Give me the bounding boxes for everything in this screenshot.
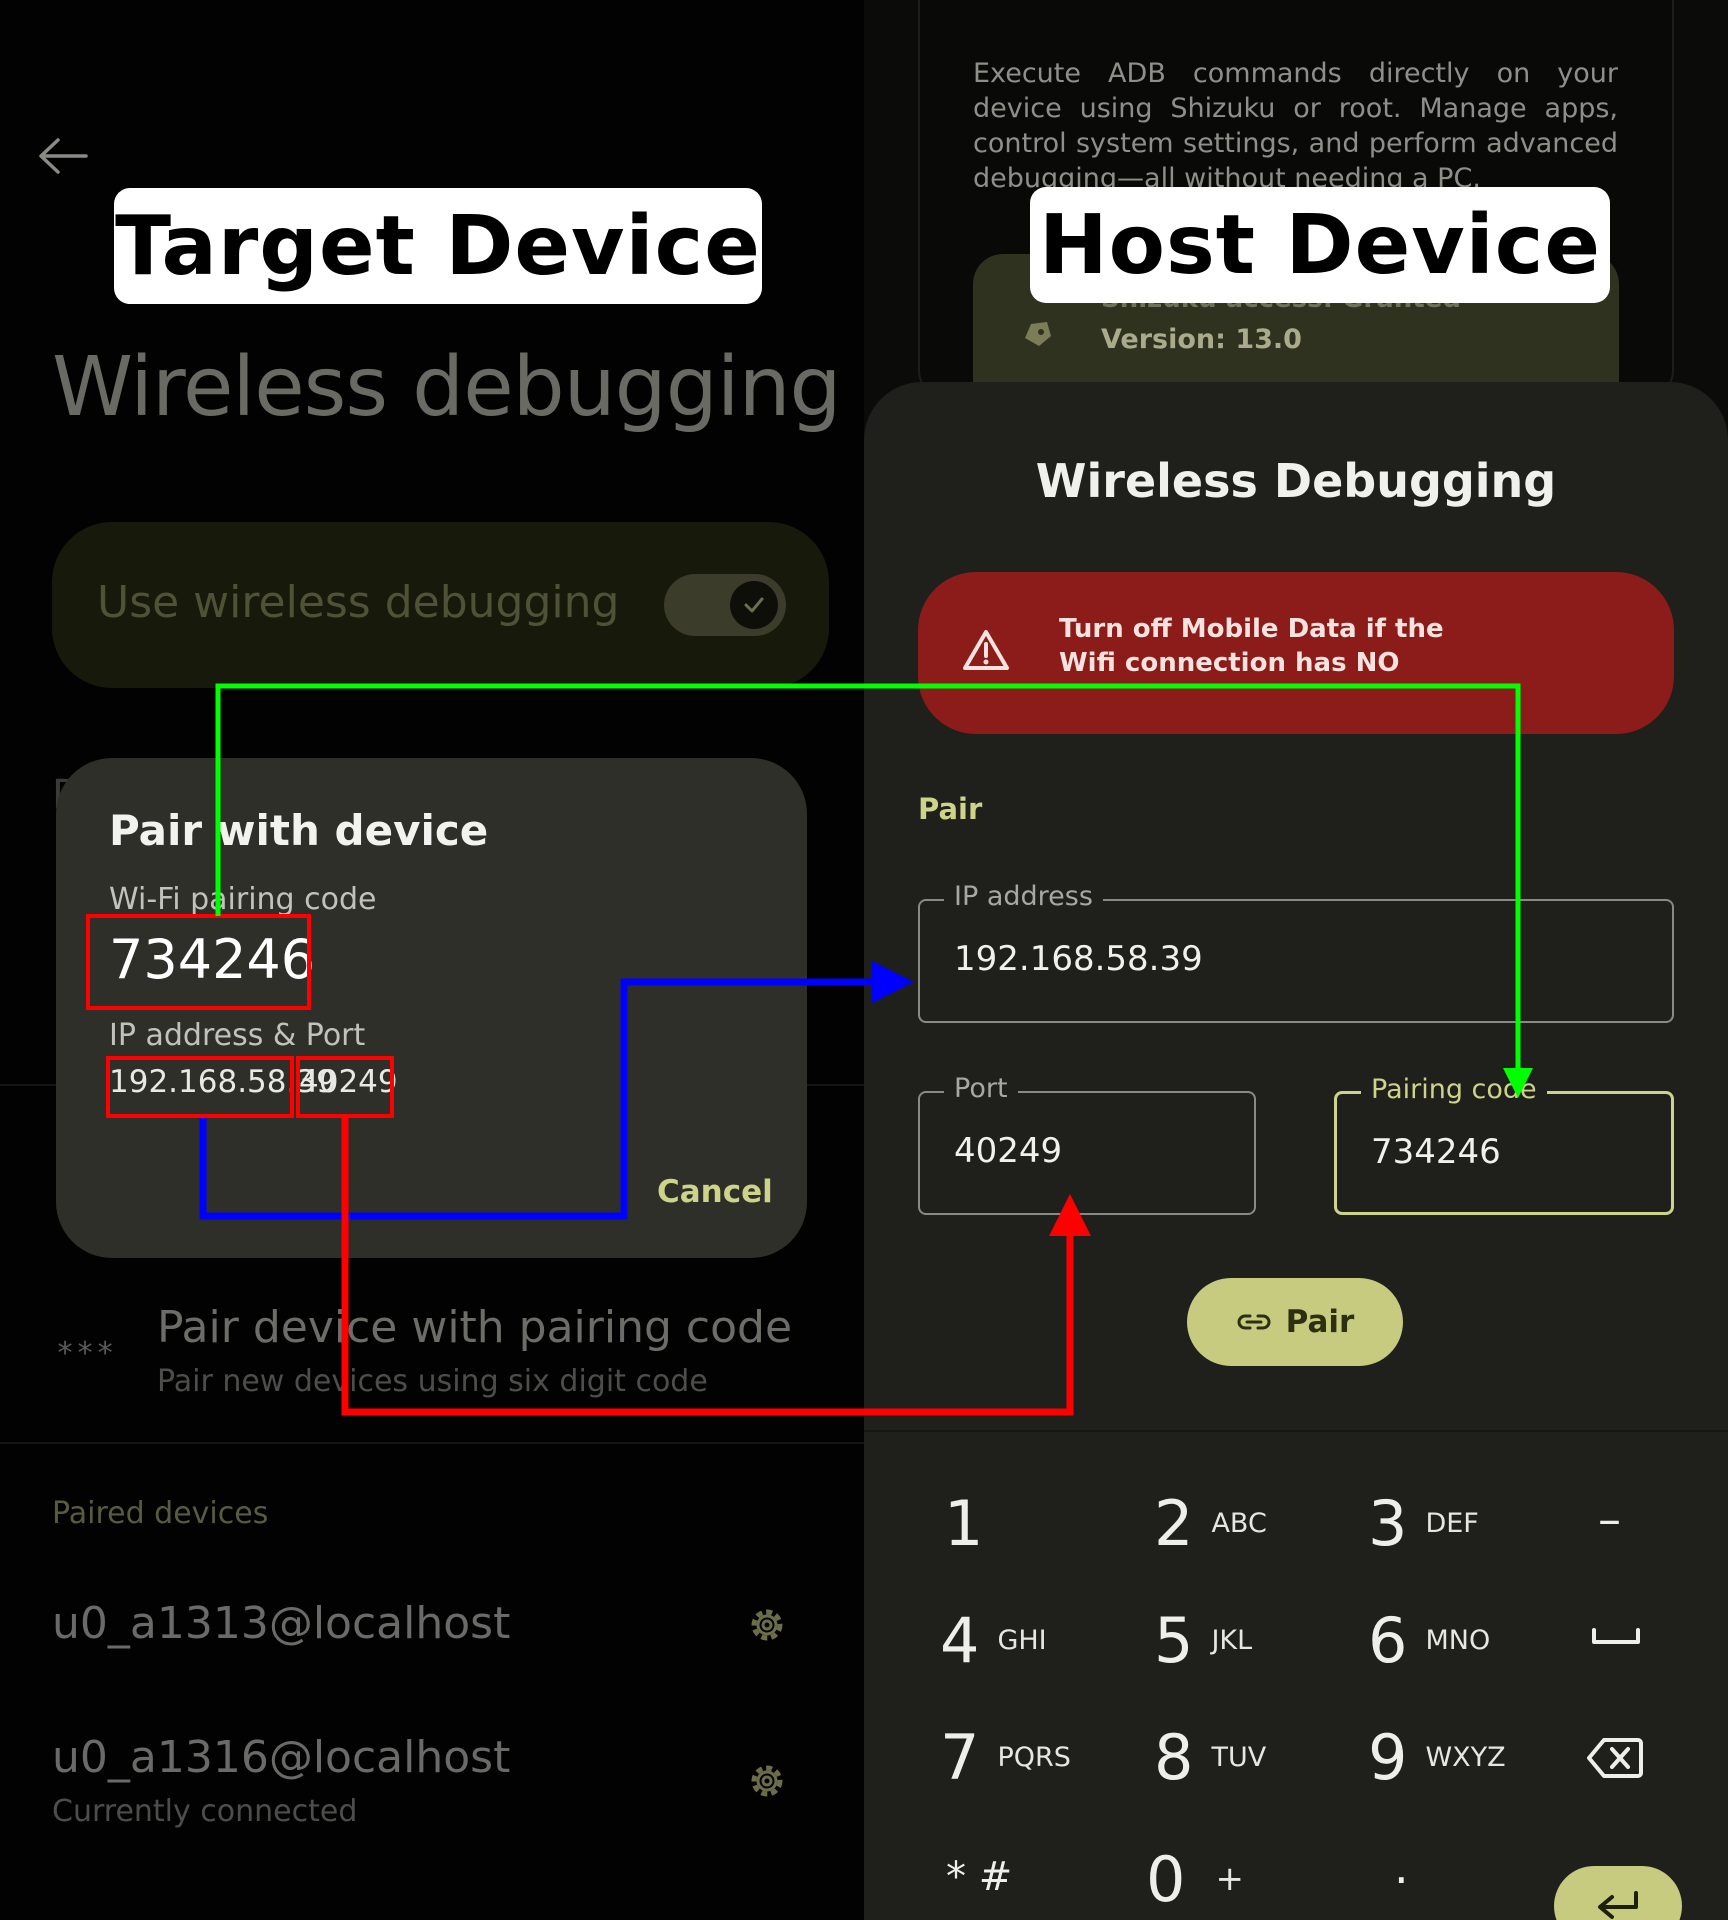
key-digit: 1: [944, 1486, 984, 1560]
key-2[interactable]: 2 ABC: [1154, 1478, 1267, 1568]
numeric-keypad: 1 2 ABC 3 DEF – 4 GHI 5 JKL 6 MNO 7 PQRS…: [864, 1430, 1728, 1920]
key-letters: +: [1215, 1859, 1244, 1899]
paired-device-status: Currently connected: [52, 1794, 358, 1829]
paired-device-name[interactable]: u0_a1316@localhost: [52, 1732, 510, 1783]
key-digit: 8: [1154, 1720, 1194, 1794]
key-digit: 5: [1154, 1603, 1194, 1677]
gear-icon[interactable]: [744, 1758, 790, 1804]
backspace-icon[interactable]: [1586, 1736, 1644, 1780]
pair-button-label: Pair: [1285, 1304, 1355, 1340]
pairing-code-field-value[interactable]: 734246: [1371, 1132, 1501, 1172]
warning-banner: Turn off Mobile Data if the Wifi connect…: [918, 572, 1674, 734]
key-digit: 0: [1146, 1842, 1186, 1916]
warning-text: Turn off Mobile Data if the Wifi connect…: [1059, 614, 1444, 676]
key-dot[interactable]: .: [1394, 1840, 1409, 1894]
key-letters: TUV: [1211, 1741, 1267, 1773]
pair-button[interactable]: Pair: [1187, 1278, 1403, 1366]
port-field-label: Port: [944, 1073, 1018, 1104]
key-digit: 6: [1368, 1603, 1408, 1677]
use-wireless-debugging-card[interactable]: Use wireless debugging: [52, 522, 829, 688]
key-letters: GHI: [997, 1624, 1047, 1656]
key-letters: ABC: [1211, 1507, 1267, 1539]
key-1[interactable]: 1: [944, 1478, 983, 1568]
key-8[interactable]: 8 TUV: [1154, 1712, 1266, 1802]
key-letters: WXYZ: [1425, 1741, 1506, 1773]
pairing-code-highlight: [86, 914, 311, 1010]
sheet-title: Wireless Debugging: [1035, 454, 1557, 508]
key-3[interactable]: 3 DEF: [1368, 1478, 1479, 1568]
paired-devices-header: Paired devices: [52, 1496, 269, 1531]
pair-section-header: Pair: [918, 792, 983, 826]
target-device-label: Target Device: [114, 188, 762, 304]
cancel-button[interactable]: Cancel: [657, 1174, 773, 1210]
paired-device-name[interactable]: u0_a1313@localhost: [52, 1598, 510, 1649]
pair-with-code-subtitle: Pair new devices using six digit code: [157, 1364, 708, 1399]
target-device-label-text: Target Device: [115, 198, 761, 294]
key-letters: DEF: [1425, 1507, 1479, 1539]
app-description: Execute ADB commands directly on your de…: [973, 58, 1618, 194]
key-letters: JKL: [1211, 1624, 1253, 1656]
ip-address-field[interactable]: IP address 192.168.58.39: [918, 881, 1674, 1023]
wireless-debugging-switch[interactable]: [664, 574, 786, 636]
switch-knob: [730, 581, 778, 629]
check-icon: [744, 597, 764, 613]
link-icon: [1237, 1314, 1271, 1330]
key-6[interactable]: 6 MNO: [1368, 1595, 1490, 1685]
key-digit: 2: [1154, 1486, 1194, 1560]
key-digit: 9: [1368, 1720, 1408, 1794]
ip-address-field-label: IP address: [944, 881, 1103, 912]
key-digit: 7: [940, 1720, 980, 1794]
port-highlight: [296, 1056, 394, 1118]
wireless-debugging-sheet: Wireless Debugging Turn off Mobile Data …: [864, 382, 1728, 1920]
ip-port-label: IP address & Port: [109, 1018, 366, 1053]
shizuku-icon: [1025, 322, 1051, 346]
key-9[interactable]: 9 WXYZ: [1368, 1712, 1506, 1802]
key-digit: 4: [940, 1603, 980, 1677]
key-letters: PQRS: [997, 1741, 1071, 1773]
back-arrow-icon[interactable]: [36, 136, 88, 176]
key-4[interactable]: 4 GHI: [940, 1595, 1047, 1685]
warning-icon: [963, 630, 1009, 670]
key-letters: MNO: [1425, 1624, 1491, 1656]
host-device-label: Host Device: [1030, 187, 1610, 303]
space-key-icon[interactable]: [1590, 1624, 1642, 1648]
key-0[interactable]: 0 +: [1146, 1834, 1244, 1920]
dialog-title: Pair with device: [109, 806, 489, 855]
port-field[interactable]: Port 40249: [918, 1073, 1256, 1215]
gear-icon[interactable]: [744, 1602, 790, 1648]
toggle-label: Use wireless debugging: [97, 577, 620, 628]
divider: [0, 1442, 864, 1444]
key-5[interactable]: 5 JKL: [1154, 1595, 1252, 1685]
ip-address-field-value[interactable]: 192.168.58.39: [954, 939, 1203, 979]
pair-with-code-title[interactable]: Pair device with pairing code: [157, 1302, 792, 1353]
key-digit: 3: [1368, 1486, 1408, 1560]
pairing-code-field-label: Pairing code: [1361, 1074, 1547, 1105]
enter-key[interactable]: [1554, 1866, 1682, 1920]
host-device-label-text: Host Device: [1039, 197, 1601, 293]
shizuku-version: Version: 13.0: [1101, 324, 1302, 355]
page-title: Wireless debugging: [52, 340, 842, 435]
key-minus[interactable]: –: [1598, 1492, 1621, 1546]
key-7[interactable]: 7 PQRS: [940, 1712, 1071, 1802]
password-icon: ***: [56, 1336, 117, 1371]
port-field-value[interactable]: 40249: [954, 1131, 1062, 1171]
key-star-hash[interactable]: * #: [946, 1854, 1012, 1900]
divider: [864, 1430, 1728, 1432]
pairing-code-field[interactable]: Pairing code 734246: [1334, 1074, 1674, 1215]
ip-address-highlight: [106, 1056, 294, 1118]
enter-icon: [1598, 1891, 1638, 1919]
pairing-code-label: Wi-Fi pairing code: [109, 882, 377, 917]
